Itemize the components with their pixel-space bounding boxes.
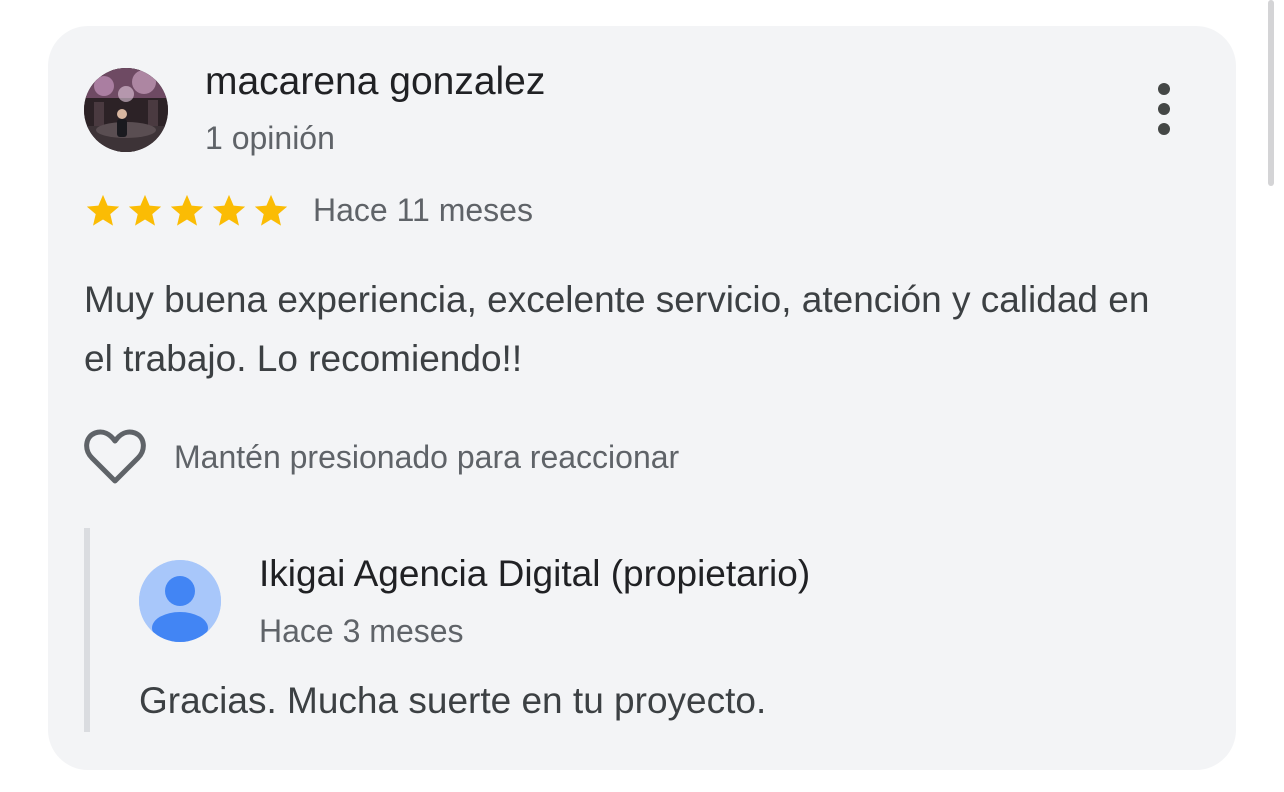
more-options-button[interactable]	[1140, 78, 1188, 140]
owner-reply-time: Hace 3 meses	[259, 613, 464, 649]
reviewer-photo	[84, 68, 168, 152]
star-rating	[84, 192, 290, 230]
review-text: Muy buena experiencia, excelente servici…	[84, 279, 1150, 379]
owner-name: Ikigai Agencia Digital (propietario)	[259, 553, 811, 594]
star-icon	[86, 194, 120, 226]
star-icon	[170, 194, 204, 226]
owner-reply-divider	[84, 528, 90, 732]
heart-outline-icon	[84, 429, 146, 484]
react-button[interactable]: Mantén presionado para reaccionar	[84, 426, 679, 488]
react-hint-label: Mantén presionado para reaccionar	[174, 438, 680, 475]
star-icon	[128, 194, 162, 226]
reviewer-name[interactable]: macarena gonzalez	[205, 60, 545, 104]
default-person-avatar-icon	[139, 560, 221, 642]
owner-avatar[interactable]	[139, 560, 221, 642]
owner-reply-text: Gracias. Mucha suerte en tu proyecto.	[139, 680, 767, 721]
star-icon	[254, 194, 288, 226]
reviewer-avatar[interactable]	[84, 68, 168, 152]
more-vert-icon	[1158, 83, 1170, 135]
reviewer-review-count: 1 opinión	[205, 120, 335, 156]
scrollbar[interactable]	[1268, 0, 1274, 186]
review-time: Hace 11 meses	[313, 192, 533, 228]
star-icon	[212, 194, 246, 226]
